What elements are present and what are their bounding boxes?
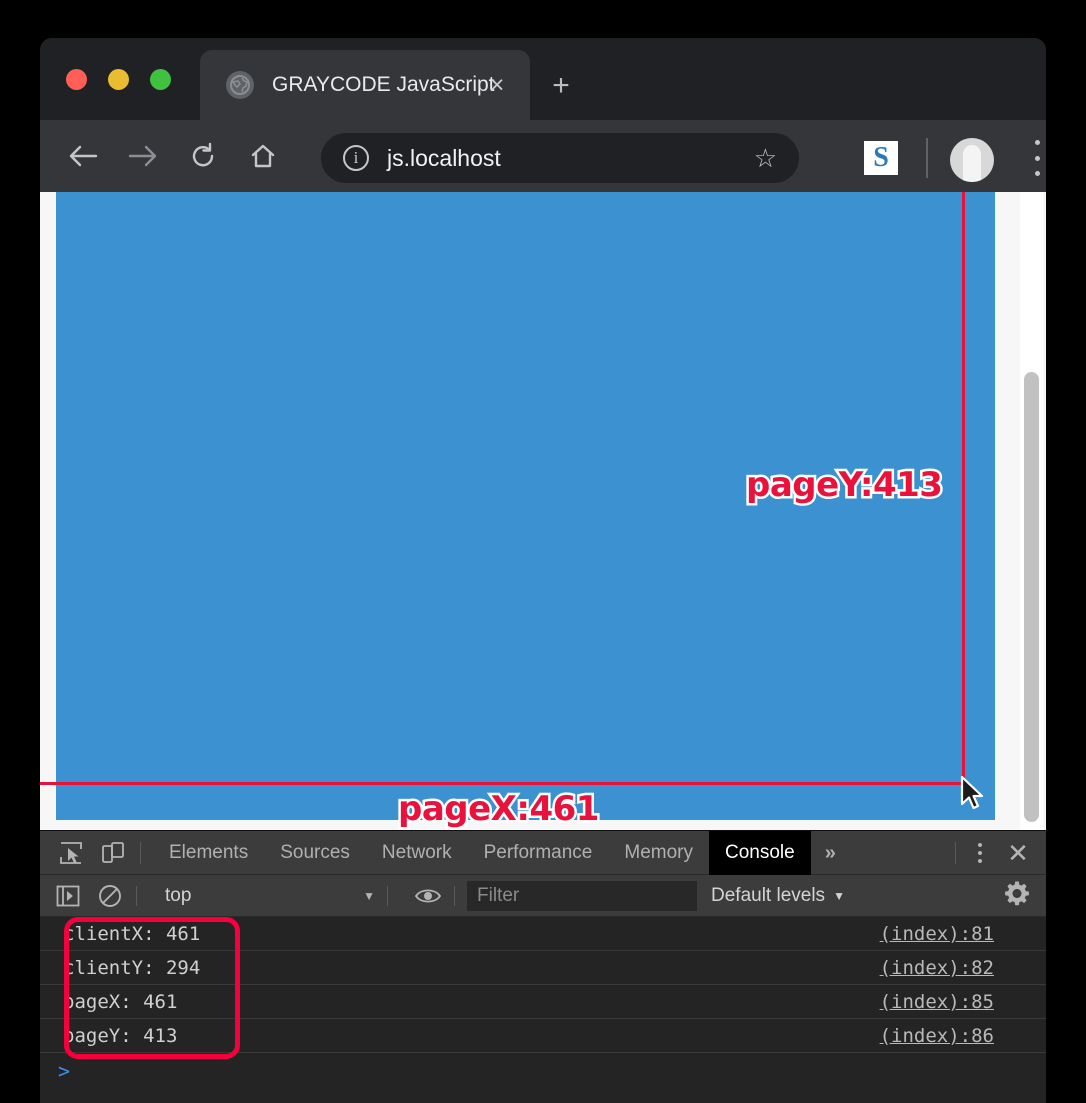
console-sidebar-toggle-icon[interactable] xyxy=(54,882,82,910)
devtools-divider-right xyxy=(955,842,956,864)
console-prompt-row[interactable]: > xyxy=(40,1053,1046,1089)
console-log-message: pageX: 461 xyxy=(63,990,178,1013)
chevron-down-icon: ▼ xyxy=(363,888,375,903)
toolbar-divider xyxy=(926,138,928,178)
chevron-down-icon: ▼ xyxy=(833,888,845,903)
extension-icon[interactable]: S xyxy=(864,141,898,175)
tab-sources[interactable]: Sources xyxy=(264,831,366,875)
extension-label: S xyxy=(873,142,889,173)
console-log-levels-selector[interactable]: Default levels ▼ xyxy=(711,885,845,907)
device-toolbar-icon[interactable] xyxy=(98,838,128,868)
reload-button[interactable] xyxy=(180,133,226,179)
browser-window: GRAYCODE JavaScript × + i js.localhost ☆… xyxy=(40,38,1046,1103)
console-log-message: clientX: 461 xyxy=(63,922,201,945)
tab-memory[interactable]: Memory xyxy=(608,831,709,875)
console-filterbar: top ▼ Default levels ▼ xyxy=(40,875,1046,917)
page-scrollbar-thumb[interactable] xyxy=(1024,372,1039,822)
console-log-row[interactable]: clientX: 461 (index):81 xyxy=(40,917,1046,951)
tab-strip: GRAYCODE JavaScript × + xyxy=(40,38,1046,120)
forward-button[interactable] xyxy=(120,133,166,179)
console-context-value: top xyxy=(165,884,192,906)
tab-elements[interactable]: Elements xyxy=(153,831,264,875)
console-log-message: pageY: 413 xyxy=(63,1024,178,1047)
browser-tab[interactable]: GRAYCODE JavaScript × xyxy=(200,50,530,120)
avatar[interactable] xyxy=(950,138,994,182)
console-log-source[interactable]: (index):82 xyxy=(880,957,994,979)
console-log-row[interactable]: clientY: 294 (index):82 xyxy=(40,951,1046,985)
minimize-window-button[interactable] xyxy=(108,69,129,90)
console-log-message: clientY: 294 xyxy=(63,956,201,979)
clear-console-icon[interactable] xyxy=(96,882,124,910)
console-output: clientX: 461 (index):81 clientY: 294 (in… xyxy=(40,917,1046,1103)
devtools-tabbar-right: ✕ xyxy=(943,831,1046,875)
console-log-source[interactable]: (index):81 xyxy=(880,923,994,945)
home-button[interactable] xyxy=(240,133,286,179)
live-expression-eye-icon[interactable] xyxy=(414,882,442,910)
pagey-annotation: pageY:413 xyxy=(743,463,945,508)
tab-title: GRAYCODE JavaScript xyxy=(272,73,495,96)
blue-content-box[interactable] xyxy=(56,192,995,820)
filterbar-divider-2 xyxy=(387,885,388,906)
filterbar-divider-3 xyxy=(454,885,455,906)
crosshair-vertical-line xyxy=(962,192,965,784)
page-viewport: pageY:413 pageX:461 xyxy=(40,192,1046,830)
more-tabs-button[interactable]: » xyxy=(811,831,850,875)
devtools-menu-button[interactable] xyxy=(968,831,992,875)
devtools-panel: Elements Sources Network Performance Mem… xyxy=(40,830,1046,1103)
console-filter-input[interactable] xyxy=(467,880,697,911)
tab-console[interactable]: Console xyxy=(709,830,811,875)
console-log-source[interactable]: (index):86 xyxy=(880,1025,994,1047)
close-tab-icon[interactable]: × xyxy=(482,70,512,100)
back-button[interactable] xyxy=(60,133,106,179)
mouse-cursor-icon xyxy=(958,775,988,813)
maximize-window-button[interactable] xyxy=(150,69,171,90)
console-context-selector[interactable]: top ▼ xyxy=(165,885,375,907)
tab-network[interactable]: Network xyxy=(366,831,468,875)
browser-toolbar: i js.localhost ☆ S xyxy=(40,120,1046,192)
console-log-levels-value: Default levels xyxy=(711,884,826,906)
gear-icon[interactable] xyxy=(1004,880,1030,911)
devtools-tabbar: Elements Sources Network Performance Mem… xyxy=(40,830,1046,875)
close-window-button[interactable] xyxy=(66,69,87,90)
devtools-divider xyxy=(140,841,141,864)
browser-menu-button[interactable] xyxy=(1025,140,1046,176)
bookmark-star-icon[interactable]: ☆ xyxy=(754,145,777,171)
console-log-row[interactable]: pageY: 413 (index):86 xyxy=(40,1019,1046,1053)
console-log-row[interactable]: pageX: 461 (index):85 xyxy=(40,985,1046,1019)
tab-performance[interactable]: Performance xyxy=(468,831,609,875)
console-log-source[interactable]: (index):85 xyxy=(880,991,994,1013)
address-bar-url: js.localhost xyxy=(387,144,501,171)
window-controls xyxy=(66,69,171,90)
inspect-element-icon[interactable] xyxy=(56,838,86,868)
address-bar[interactable]: i js.localhost ☆ xyxy=(321,133,799,183)
page-scrollbar[interactable] xyxy=(1020,192,1043,830)
globe-icon xyxy=(226,71,254,99)
crosshair-horizontal-line xyxy=(40,782,965,785)
console-prompt-caret: > xyxy=(58,1059,71,1083)
site-info-icon[interactable]: i xyxy=(343,145,369,171)
pagex-annotation: pageX:461 xyxy=(396,787,602,831)
filterbar-divider-1 xyxy=(136,885,137,906)
new-tab-button[interactable]: + xyxy=(545,70,577,102)
devtools-close-button[interactable]: ✕ xyxy=(998,831,1038,875)
